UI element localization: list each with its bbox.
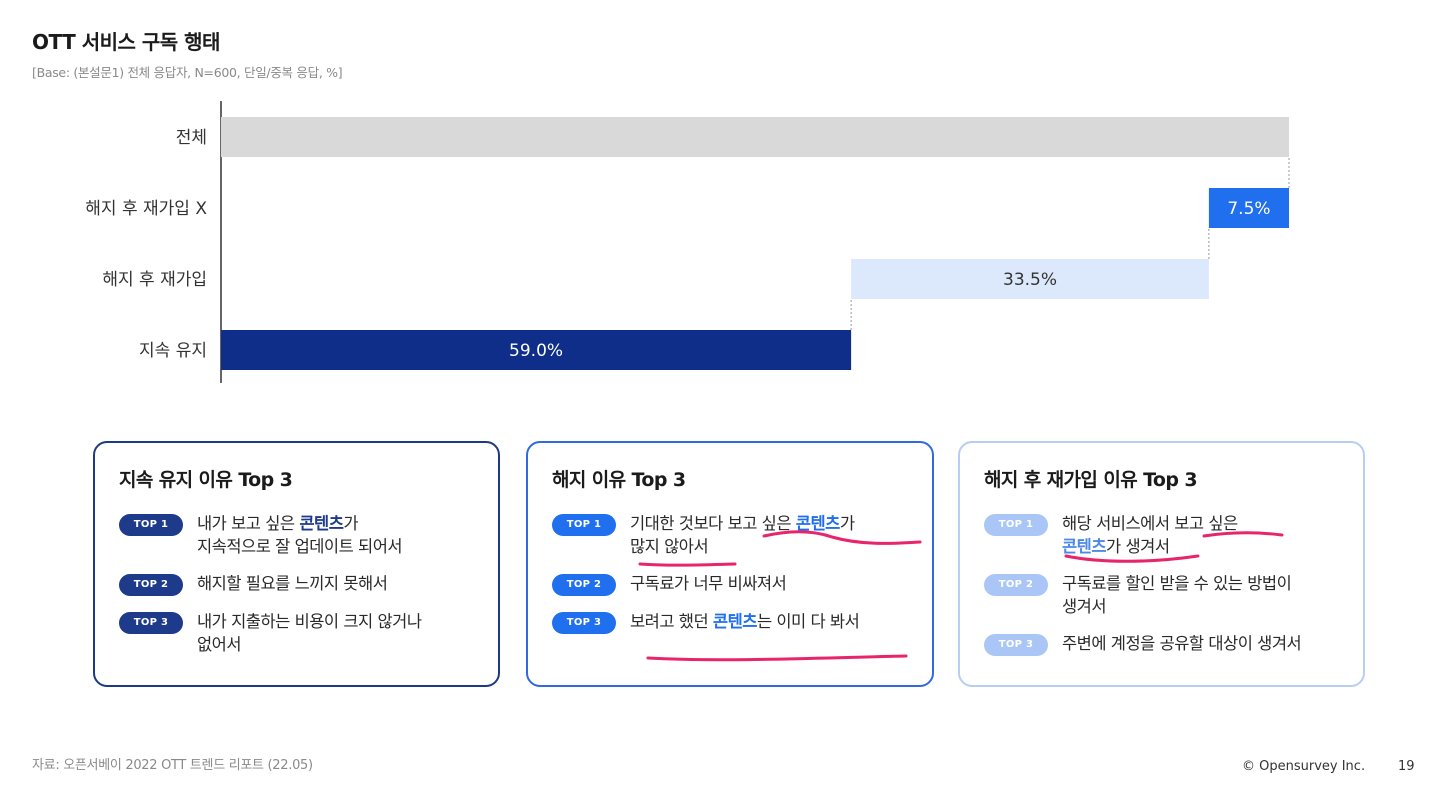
card-title: 지속 유지 이유 Top 3 [119, 469, 293, 491]
reason-text-part: 해지할 필요를 느끼지 못해서 [197, 574, 388, 593]
rank-badge: TOP 2 [119, 574, 183, 596]
reason-text-part: 내가 지출하는 비용이 크지 않거나 [197, 612, 422, 631]
reason-text-part: 구독료를 할인 받을 수 있는 방법이 [1062, 574, 1292, 593]
reason-item: TOP 2 구독료를 할인 받을 수 있는 방법이생겨서 [984, 572, 1339, 618]
reason-text: 구독료가 너무 비싸져서 [630, 572, 787, 595]
page-number: 19 [1398, 759, 1415, 774]
keyword-highlight: 콘텐츠 [1062, 537, 1107, 556]
rank-badge: TOP 2 [984, 574, 1048, 596]
reason-item: TOP 2 구독료가 너무 비싸져서 [552, 572, 908, 596]
data-label: 59.0% [509, 341, 563, 361]
reason-text: 주변에 계정을 공유할 대상이 생겨서 [1062, 632, 1302, 655]
rank-badge: TOP 1 [552, 514, 616, 536]
rank-badge: TOP 1 [984, 514, 1048, 536]
copyright: © Opensurvey Inc. [1242, 759, 1366, 774]
category-label: 해지 후 재가입 [102, 270, 207, 290]
reason-text: 구독료를 할인 받을 수 있는 방법이생겨서 [1062, 572, 1292, 618]
page-title: OTT 서비스 구독 행태 [32, 30, 220, 54]
reason-text-part: 생겨서 [1062, 597, 1107, 616]
rank-badge: TOP 3 [119, 612, 183, 634]
card-title: 해지 후 재가입 이유 Top 3 [984, 469, 1198, 491]
page-subtitle: [Base: (본설문1) 전체 응답자, N=600, 단일/중복 응답, %… [32, 65, 343, 80]
reason-item: TOP 3 보려고 했던 콘텐츠는 이미 다 봐서 [552, 610, 908, 634]
card-cancel-reasons: 해지 이유 Top 3 TOP 1 기대한 것보다 보고 싶은 콘텐츠가 많지 않아… [526, 441, 934, 687]
reason-text: 해당 서비스에서 보고 싶은콘텐츠가 생겨서 [1062, 512, 1238, 558]
waterfall-bar-chart: 전체해지 후 재가입 X 7.5% 해지 후 재가입 33.5% 지속 유지 59.0% [85, 101, 1290, 383]
category-label: 지속 유지 [139, 341, 207, 361]
reason-text: 내가 지출하는 비용이 크지 않거나없어서 [197, 610, 422, 656]
reason-text-part: 없어서 [197, 635, 242, 654]
reason-text-part: 해당 서비스에서 보고 싶은 [1062, 514, 1238, 533]
reason-text-part: 구독료가 너무 비싸져서 [630, 574, 787, 593]
card-resubscribe-reasons: 해지 후 재가입 이유 Top 3 TOP 1 해당 서비스에서 보고 싶은콘텐츠… [958, 441, 1365, 687]
data-label: 33.5% [1003, 270, 1057, 290]
reason-item: TOP 1 기대한 것보다 보고 싶은 콘텐츠가많지 않아서 [552, 512, 908, 558]
source-note: 자료: 오픈서베이 2022 OTT 트렌드 리포트 (22.05) [32, 758, 313, 773]
rank-badge: TOP 3 [984, 634, 1048, 656]
card-title: 해지 이유 Top 3 [552, 469, 686, 491]
keyword-highlight: 콘텐츠 [795, 514, 841, 533]
rank-badge: TOP 2 [552, 574, 616, 596]
reason-text: 보려고 했던 콘텐츠는 이미 다 봐서 [630, 610, 860, 633]
reason-item: TOP 3 주변에 계정을 공유할 대상이 생겨서 [984, 632, 1339, 656]
rank-badge: TOP 1 [119, 514, 183, 536]
reason-text-part: 기대한 것보다 보고 싶은 [630, 514, 796, 533]
reason-item: TOP 2 해지할 필요를 느끼지 못해서 [119, 572, 474, 596]
reason-text-part: 보려고 했던 [630, 612, 713, 631]
reason-text: 내가 보고 싶은 콘텐츠가지속적으로 잘 업데이트 되어서 [197, 512, 403, 558]
reason-text-part: 는 이미 다 봐서 [756, 612, 860, 631]
reason-item: TOP 1 해당 서비스에서 보고 싶은콘텐츠가 생겨서 [984, 512, 1339, 558]
reason-text-part: 내가 보고 싶은 [197, 514, 300, 533]
reason-text-part: 가 [343, 514, 359, 533]
data-label: 7.5% [1227, 199, 1270, 219]
keyword-highlight: 콘텐츠 [299, 514, 344, 533]
bar [221, 117, 1289, 157]
category-label: 해지 후 재가입 X [85, 199, 207, 219]
reason-text-part: 가 생겨서 [1106, 537, 1170, 556]
reason-text-part: 가 [839, 514, 855, 533]
reason-text-part: 많지 않아서 [630, 537, 709, 556]
reason-text: 기대한 것보다 보고 싶은 콘텐츠가많지 않아서 [630, 512, 855, 558]
card-retention-reasons: 지속 유지 이유 Top 3 TOP 1 내가 보고 싶은 콘텐츠가지속적으로 잘… [93, 441, 500, 687]
rank-badge: TOP 3 [552, 612, 616, 634]
reason-text-part: 지속적으로 잘 업데이트 되어서 [197, 537, 403, 556]
reason-item: TOP 3 내가 지출하는 비용이 크지 않거나없어서 [119, 610, 474, 656]
reason-item: TOP 1 내가 보고 싶은 콘텐츠가지속적으로 잘 업데이트 되어서 [119, 512, 474, 558]
reason-text: 해지할 필요를 느끼지 못해서 [197, 572, 388, 595]
category-label: 전체 [176, 128, 207, 148]
reason-text-part: 주변에 계정을 공유할 대상이 생겨서 [1062, 634, 1302, 653]
keyword-highlight: 콘텐츠 [712, 612, 758, 631]
